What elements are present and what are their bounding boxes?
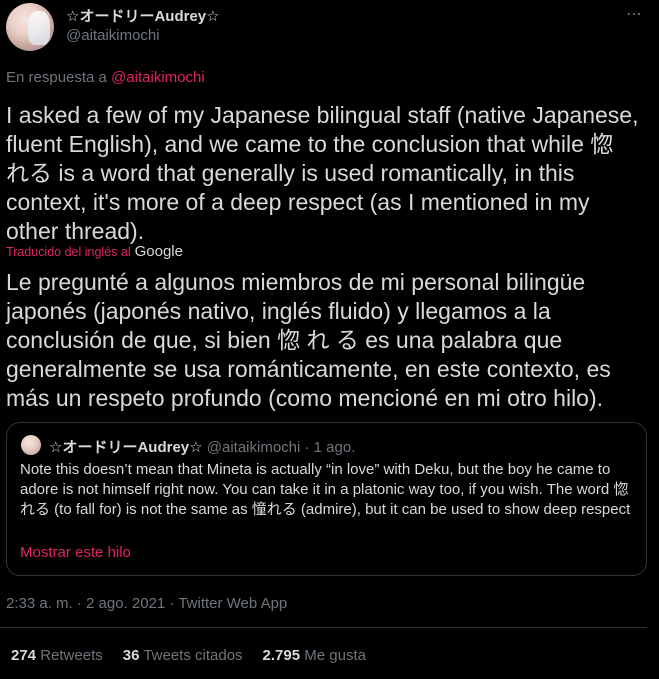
translation-label: Traducido del inglés al <box>6 244 131 259</box>
translation-attribution: Traducido del inglés al Google <box>6 243 183 260</box>
google-logo: Google <box>134 243 183 260</box>
retweets-count: 274 <box>11 647 37 664</box>
reply-mention-link[interactable]: @aitaikimochi <box>111 69 205 86</box>
likes-stat[interactable]: 2.795 Me gusta <box>263 647 366 664</box>
divider <box>0 627 647 628</box>
quoted-header: ☆オードリーAudrey☆ @aitaikimochi · 1 ago. <box>49 436 355 457</box>
translated-text: Le pregunté a algunos miembros de mi per… <box>6 269 611 411</box>
author-handle[interactable]: @aitaikimochi <box>66 27 160 44</box>
reply-context: En respuesta a @aitaikimochi <box>6 69 205 86</box>
reply-prefix: En respuesta a <box>6 69 107 86</box>
quoted-meta: @aitaikimochi · 1 ago. <box>206 439 356 456</box>
engagement-stats: 274 Retweets 36 Tweets citados 2.795 Me … <box>11 647 366 664</box>
show-thread-link[interactable]: Mostrar este hilo <box>20 544 131 561</box>
retweets-label: Retweets <box>40 647 103 664</box>
more-options-icon[interactable]: ⋯ <box>626 4 643 24</box>
quote-tweets-stat[interactable]: 36 Tweets citados <box>123 647 243 664</box>
tweet-text: I asked a few of my Japanese bilingual s… <box>6 102 639 244</box>
likes-count: 2.795 <box>262 647 301 664</box>
quoted-tweet-card[interactable]: ☆オードリーAudrey☆ @aitaikimochi · 1 ago. Not… <box>6 422 647 576</box>
author-display-name[interactable]: ☆オードリーAudrey☆ <box>66 5 220 26</box>
quoted-author-avatar <box>21 435 41 455</box>
likes-label: Me gusta <box>304 647 366 664</box>
quoted-text: Note this doesn’t mean that Mineta is ac… <box>20 461 631 518</box>
quote-tweets-label: Tweets citados <box>143 647 243 664</box>
retweets-stat[interactable]: 274 Retweets <box>11 647 103 664</box>
quoted-display-name: ☆オードリーAudrey☆ <box>49 439 203 456</box>
quote-tweets-count: 36 <box>122 647 140 664</box>
tweet-timestamp[interactable]: 2:33 a. m. · 2 ago. 2021 · Twitter Web A… <box>6 595 287 612</box>
author-avatar[interactable] <box>6 3 54 51</box>
